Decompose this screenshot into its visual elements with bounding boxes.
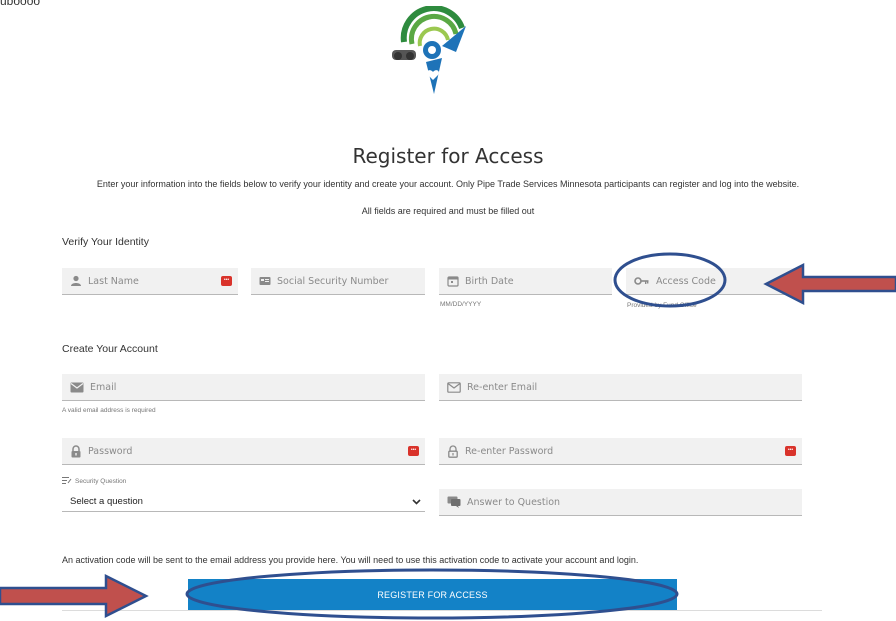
right-pointing-arrow	[0, 573, 149, 619]
access-code-highlight-oval	[613, 252, 727, 308]
annotation-overlay	[0, 252, 896, 620]
register-button-highlight-oval	[185, 568, 679, 620]
left-pointing-arrow	[763, 262, 896, 306]
